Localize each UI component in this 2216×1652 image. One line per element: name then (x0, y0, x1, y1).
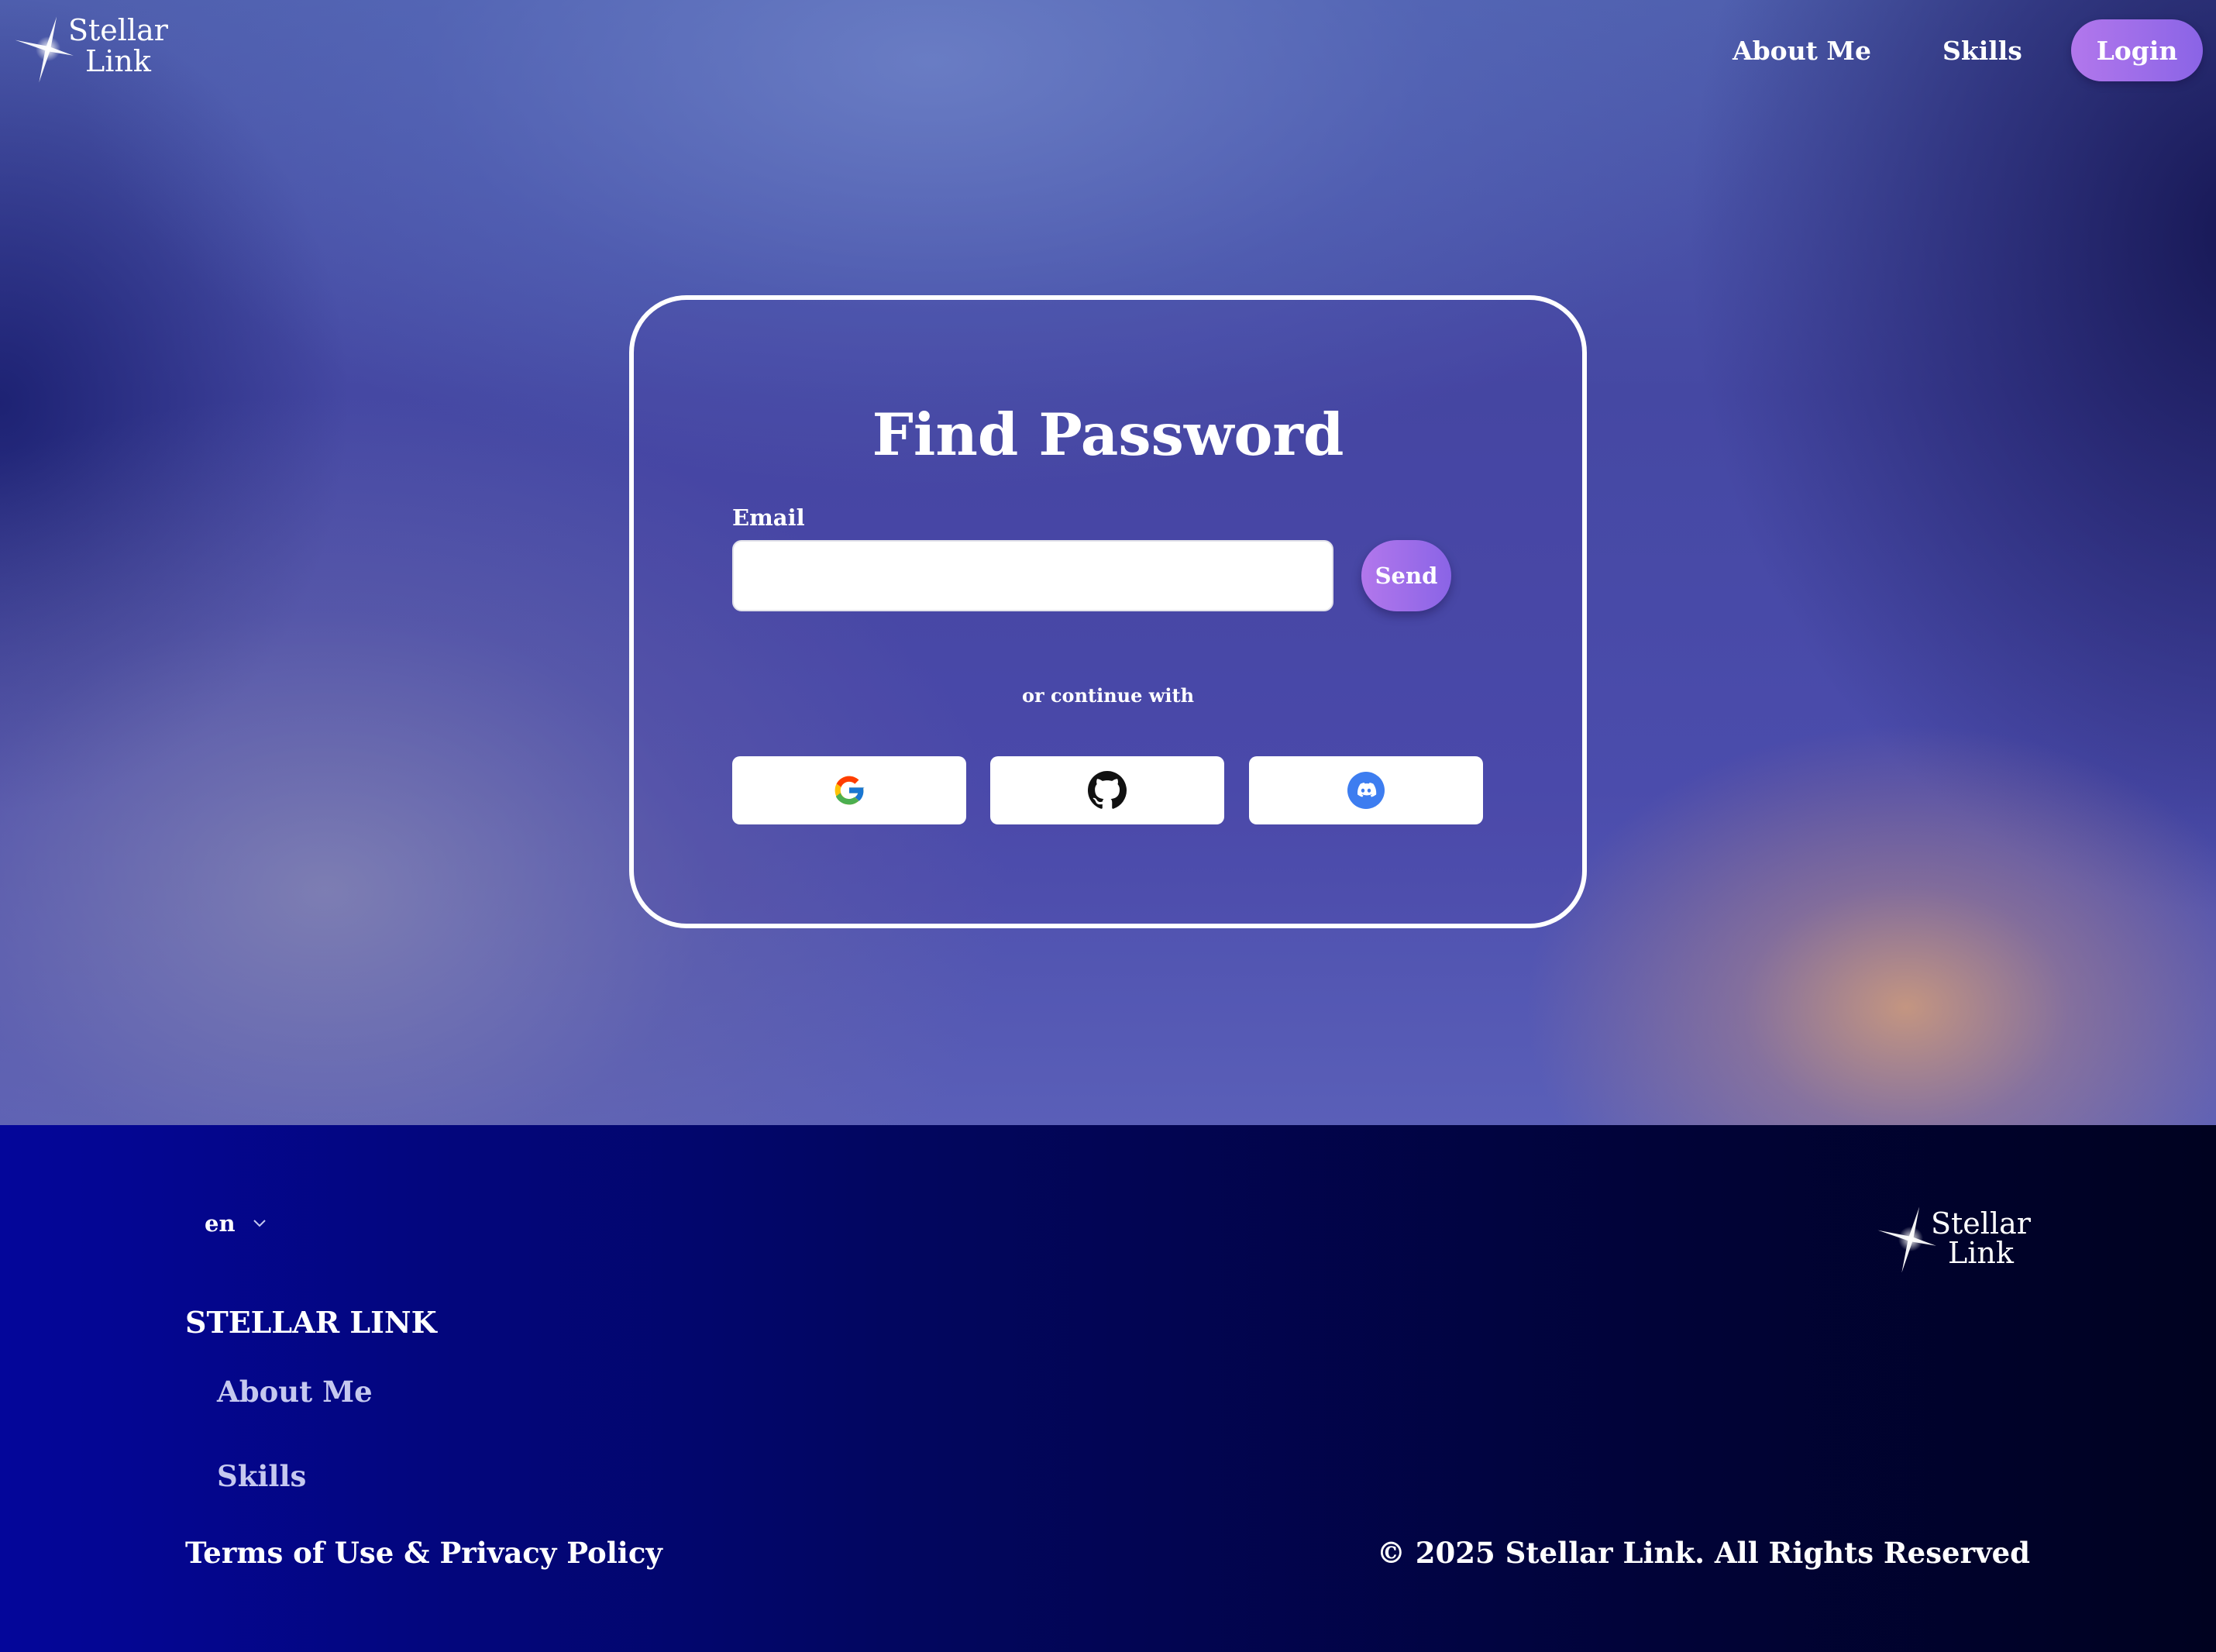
google-icon (834, 776, 865, 805)
email-label: Email (732, 504, 805, 531)
language-value: en (205, 1210, 236, 1237)
nav-logo[interactable]: Stellar Link (14, 12, 169, 90)
copyright-text: © 2025 Stellar Link. All Rights Reserved (1376, 1536, 2030, 1570)
terms-privacy-link[interactable]: Terms of Use & Privacy Policy (185, 1536, 662, 1570)
footer-brand-title: STELLAR LINK (185, 1305, 437, 1340)
nav-about-link[interactable]: About Me (1733, 36, 1871, 66)
send-button[interactable]: Send (1361, 540, 1451, 611)
logo-text-line1: Stellar (1931, 1206, 2031, 1241)
github-icon (1088, 771, 1127, 809)
page-title: Find Password (872, 401, 1344, 469)
language-select[interactable]: en (205, 1210, 267, 1237)
footer-skills-link[interactable]: Skills (217, 1459, 306, 1493)
star-sparkle-icon (1877, 1206, 1936, 1273)
star-sparkle-icon (15, 16, 74, 83)
footer-about-link[interactable]: About Me (217, 1375, 373, 1409)
logo-text-line2: Link (85, 44, 151, 78)
logo-text-line2: Link (1948, 1236, 2014, 1270)
discord-icon (1347, 772, 1385, 809)
github-login-button[interactable] (990, 756, 1224, 824)
discord-login-button[interactable] (1249, 756, 1483, 824)
footer-logo[interactable]: Stellar Link (1877, 1203, 2047, 1280)
find-password-card: Find Password Email Send or continue wit… (629, 295, 1587, 928)
nav-skills-link[interactable]: Skills (1942, 36, 2022, 66)
logo-text-line1: Stellar (68, 13, 168, 47)
login-button[interactable]: Login (2071, 19, 2203, 81)
or-continue-with-text: or continue with (1021, 684, 1195, 707)
google-login-button[interactable] (732, 756, 966, 824)
email-field[interactable] (732, 540, 1333, 611)
chevron-down-icon (253, 1220, 266, 1227)
